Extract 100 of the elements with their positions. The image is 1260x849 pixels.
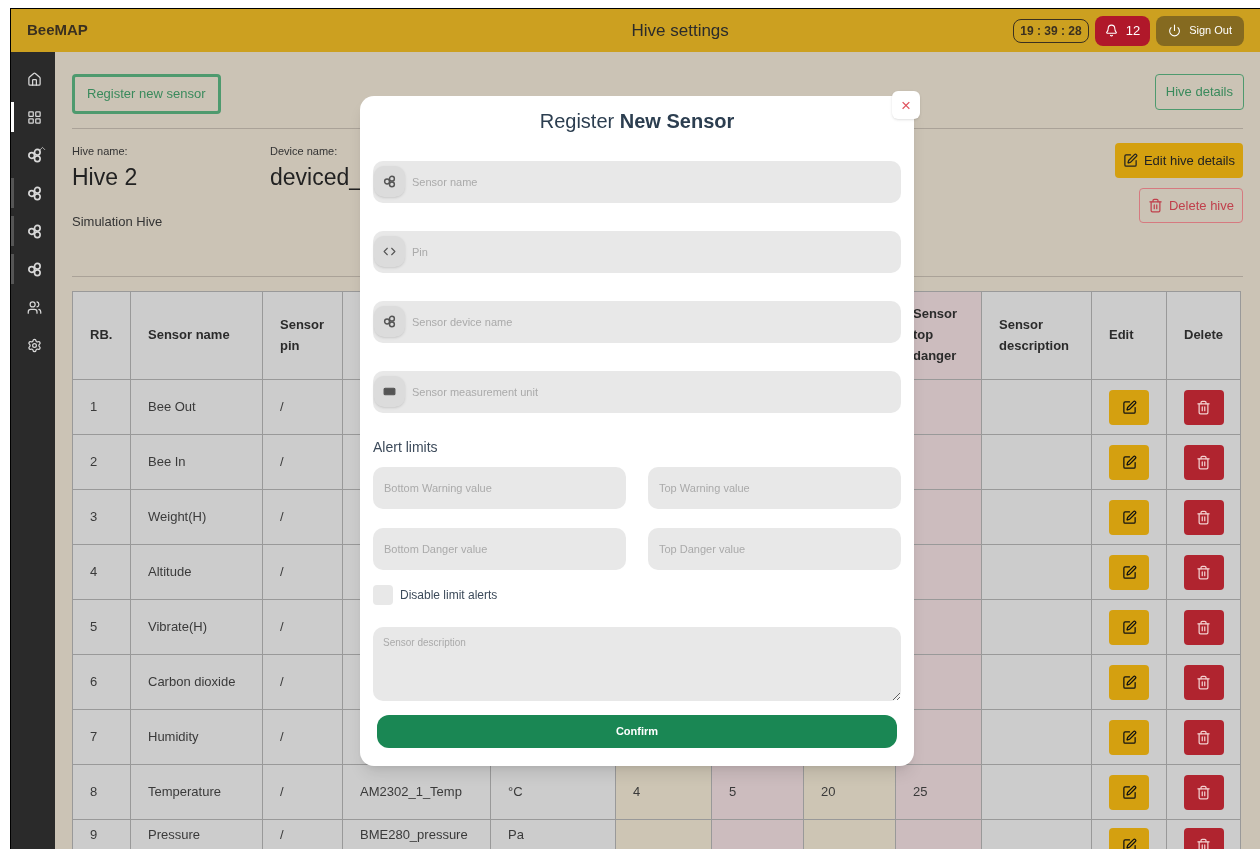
cluster-icon — [27, 147, 42, 163]
table-cell: 5 — [711, 764, 804, 820]
hive-description: Simulation Hive — [72, 213, 164, 231]
trash-icon — [1147, 198, 1163, 213]
edit-icon — [1121, 674, 1137, 690]
table-cell: Pressure — [130, 819, 263, 849]
table-cell: / — [262, 654, 343, 710]
clock: 19 : 39 : 28 — [1013, 18, 1089, 43]
delete-button[interactable] — [1183, 719, 1224, 755]
device-name-label: Device name: — [270, 144, 339, 159]
trash-icon — [1196, 619, 1211, 635]
trash-icon — [1196, 729, 1211, 745]
table-cell: Pa — [490, 819, 616, 849]
table-cell: / — [262, 379, 343, 435]
edit-icon — [1122, 153, 1138, 168]
delete-button[interactable] — [1183, 389, 1224, 425]
register-sensor-button[interactable]: Register new sensor — [72, 74, 221, 114]
table-cell: Altitude — [130, 544, 263, 600]
edit-button[interactable] — [1109, 609, 1149, 645]
close-button[interactable]: × — [892, 91, 920, 119]
edit-button[interactable] — [1109, 774, 1149, 810]
edit-button[interactable] — [1109, 444, 1149, 480]
bell-icon — [1104, 24, 1118, 37]
table-cell: 6 — [72, 654, 131, 710]
input-field[interactable]: Bottom Warning value — [373, 467, 626, 509]
input-field[interactable]: Top Warning value — [648, 467, 901, 509]
users-icon — [27, 299, 42, 315]
column-header: Sensor description — [981, 291, 1092, 380]
table-cell: Bee Out — [130, 379, 263, 435]
input-field[interactable]: Sensor name — [373, 161, 901, 203]
table-cell: 4 — [615, 764, 712, 820]
table-cell: AM2302_1_Temp — [342, 764, 491, 820]
delete-hive-button[interactable]: Delete hive — [1138, 188, 1243, 223]
settings-icon — [27, 337, 42, 353]
table-cell: 20 — [803, 764, 896, 820]
delete-button[interactable] — [1183, 554, 1224, 590]
table-cell: 4 — [72, 544, 131, 600]
delete-button[interactable] — [1183, 609, 1224, 645]
power-icon — [1168, 24, 1182, 37]
table-cell: 9 — [72, 819, 131, 849]
ruler-icon — [383, 385, 396, 398]
description-field[interactable]: Sensor description — [373, 627, 901, 701]
cluster-icon — [27, 185, 42, 201]
edit-button[interactable] — [1109, 389, 1149, 425]
table-cell: Carbon dioxide — [130, 654, 263, 710]
column-header: Sensor pin — [262, 291, 343, 380]
delete-button[interactable] — [1183, 774, 1224, 810]
table-cell: Vibrate(H) — [130, 599, 263, 655]
home-icon — [27, 71, 42, 87]
dialog-title: Register New Sensor — [539, 109, 735, 134]
table-cell: Weight(H) — [130, 489, 263, 545]
trash-icon — [1196, 784, 1211, 800]
alert-limits-label: Alert limits — [373, 438, 439, 457]
edit-button[interactable] — [1109, 499, 1149, 535]
column-header: RB. — [72, 291, 131, 380]
edit-button[interactable] — [1109, 719, 1149, 755]
table-cell: 5 — [72, 599, 131, 655]
trash-icon — [1196, 399, 1211, 415]
table-cell: / — [262, 764, 343, 820]
delete-button[interactable] — [1183, 444, 1224, 480]
edit-icon — [1121, 619, 1137, 635]
edit-icon — [1121, 729, 1137, 745]
table-cell: 8 — [72, 764, 131, 820]
checkbox-label: Disable limit alerts — [400, 587, 498, 604]
delete-button[interactable] — [1183, 499, 1224, 535]
delete-button[interactable] — [1183, 664, 1224, 700]
table-cell: / — [262, 544, 343, 600]
edit-icon — [1121, 399, 1137, 415]
input-field[interactable]: Bottom Danger value — [373, 528, 626, 570]
table-cell: / — [262, 599, 343, 655]
input-field[interactable]: Pin — [373, 231, 901, 273]
edit-button[interactable] — [1109, 554, 1149, 590]
input-field[interactable]: Sensor device name — [373, 301, 901, 343]
input-field[interactable]: Sensor measurement unit — [373, 371, 901, 413]
edit-icon — [1121, 509, 1137, 525]
trash-icon — [1196, 674, 1211, 690]
code-icon — [383, 245, 396, 258]
table-cell: Bee In — [130, 434, 263, 490]
table-cell: / — [262, 489, 343, 545]
input-field[interactable]: Top Danger value — [648, 528, 901, 570]
hive-details-button[interactable]: Hive details — [1154, 74, 1244, 110]
edit-icon — [1121, 784, 1137, 800]
notifications-button[interactable]: 12 — [1094, 15, 1151, 46]
cluster-icon — [383, 315, 396, 328]
sign-out-button[interactable]: Sign Out — [1156, 15, 1244, 46]
trash-icon — [1196, 454, 1211, 470]
hive-name-label: Hive name: — [72, 144, 129, 159]
table-cell: / — [262, 709, 343, 765]
column-header: Edit — [1091, 291, 1167, 380]
edit-button[interactable] — [1109, 664, 1149, 700]
table-cell: Temperature — [130, 764, 263, 820]
grid-icon — [27, 109, 42, 125]
table-cell: 7 — [72, 709, 131, 765]
cluster-icon — [383, 175, 396, 188]
table-cell: 2 — [72, 434, 131, 490]
edit-icon — [1121, 454, 1137, 470]
edit-hive-button[interactable]: Edit hive details — [1114, 143, 1243, 178]
confirm-button[interactable]: Confirm — [377, 715, 897, 748]
hive-name: Hive 2 — [72, 162, 139, 192]
cluster-icon — [27, 261, 42, 277]
